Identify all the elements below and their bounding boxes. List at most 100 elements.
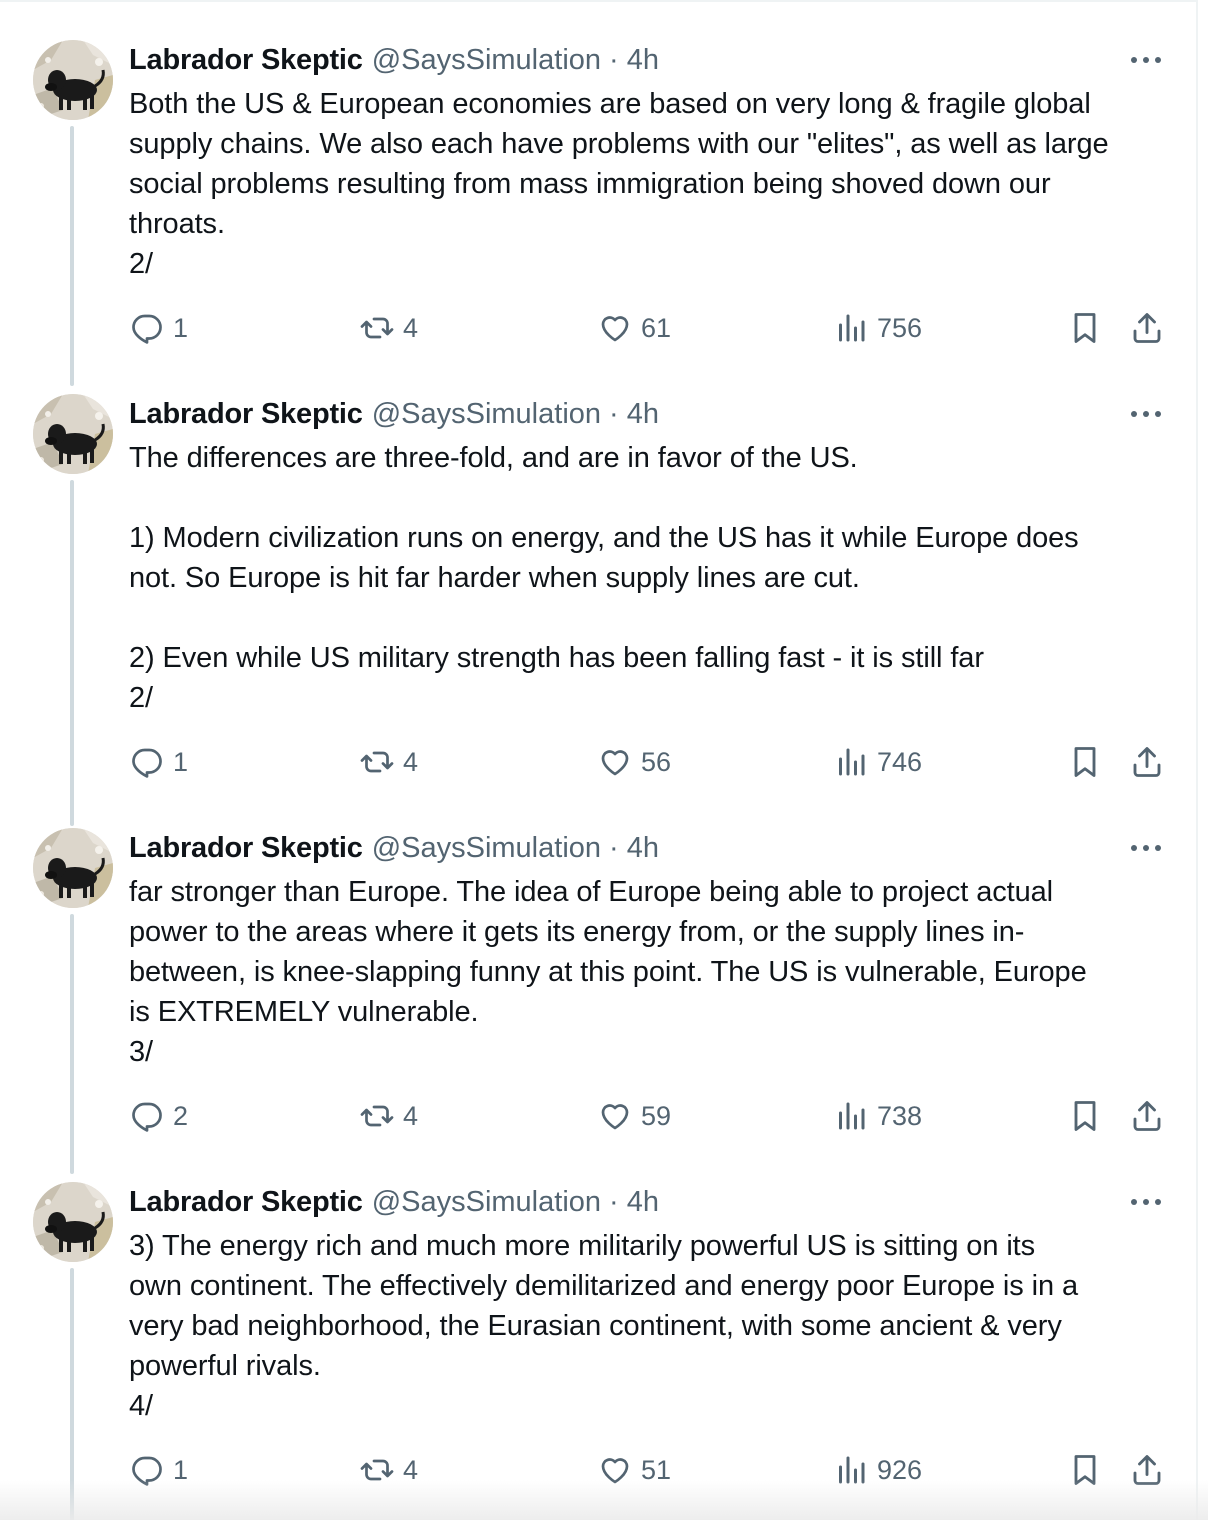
share-icon <box>1133 747 1161 777</box>
heart-icon <box>601 750 629 776</box>
tweet-text-line: 2/ <box>129 248 153 280</box>
repost-count: 4 <box>403 312 419 343</box>
view-count: 756 <box>877 312 923 343</box>
black-labrador-photo <box>33 1182 113 1262</box>
tweet-text-line: very bad neighborhood, the Eurasian cont… <box>129 1310 1062 1342</box>
views-icon <box>839 1102 865 1130</box>
share-button[interactable] <box>1129 306 1165 350</box>
views-icon <box>839 314 865 342</box>
reply-count: 1 <box>173 312 189 343</box>
view-count: 738 <box>877 1100 923 1131</box>
display-name[interactable]: Labrador Skeptic <box>129 832 363 865</box>
repost-icon <box>360 751 394 773</box>
tweet-text-line: powerful rivals. <box>129 1350 321 1382</box>
timestamp[interactable]: 4h <box>627 832 659 865</box>
repost-button[interactable]: 4 <box>359 306 418 350</box>
tweet-text-line: 1) Modern civilization runs on energy, a… <box>129 522 1079 554</box>
tweet-text: Both the US & European economies are bas… <box>129 84 1179 284</box>
view-count: 746 <box>877 746 923 777</box>
heart-icon <box>601 316 629 342</box>
bookmark-button[interactable] <box>1067 306 1103 350</box>
views-button[interactable]: 738 <box>833 1094 922 1138</box>
tweet-text-line: The differences are three-fold, and are … <box>129 442 858 474</box>
reply-button[interactable]: 2 <box>129 1094 188 1138</box>
like-count: 59 <box>641 1100 672 1131</box>
separator: · <box>609 43 619 76</box>
display-name[interactable]: Labrador Skeptic <box>129 44 363 77</box>
separator: · <box>609 397 619 430</box>
display-name[interactable]: Labrador Skeptic <box>129 398 363 431</box>
tweet-text: The differences are three-fold, and are … <box>129 438 1179 718</box>
tweet-text-line: not. So Europe is hit far harder when su… <box>129 562 860 594</box>
tweet-text: far stronger than Europe. The idea of Eu… <box>129 872 1179 1072</box>
like-count: 61 <box>641 312 672 343</box>
user-handle[interactable]: @SaysSimulation <box>372 44 601 77</box>
tweet-text-line: 2) Even while US military strength has b… <box>129 642 984 674</box>
thread-connector-line <box>70 914 74 1174</box>
views-button[interactable]: 756 <box>833 306 922 350</box>
black-labrador-photo <box>33 394 113 474</box>
reply-icon <box>132 314 162 344</box>
like-button[interactable]: 56 <box>597 740 671 784</box>
tweet-header: Labrador Skeptic @SaysSimulation · 4h <box>129 828 659 868</box>
heart-icon <box>601 1104 629 1130</box>
views-icon <box>839 748 865 776</box>
separator: · <box>609 1185 619 1218</box>
user-handle[interactable]: @SaysSimulation <box>372 832 601 865</box>
reply-icon <box>132 748 162 778</box>
tweet-text-line: supply chains. We also each have problem… <box>129 128 1109 160</box>
black-labrador-photo <box>33 40 113 120</box>
tweet-header: Labrador Skeptic @SaysSimulation · 4h <box>129 40 659 80</box>
tweet-text-line: power to the areas where it gets its ene… <box>129 916 1025 948</box>
bookmark-icon <box>1074 747 1096 777</box>
reply-count: 1 <box>173 746 189 777</box>
display-name[interactable]: Labrador Skeptic <box>129 1186 363 1219</box>
tweet-header: Labrador Skeptic @SaysSimulation · 4h <box>129 1182 659 1222</box>
like-button[interactable]: 61 <box>597 306 671 350</box>
more-horizontal-icon[interactable] <box>1128 834 1164 862</box>
share-icon <box>1133 1101 1161 1131</box>
bookmark-button[interactable] <box>1067 740 1103 784</box>
black-labrador-photo <box>33 828 113 908</box>
timestamp[interactable]: 4h <box>627 1186 659 1219</box>
more-horizontal-icon[interactable] <box>1128 1188 1164 1216</box>
timestamp[interactable]: 4h <box>627 398 659 431</box>
tweet-text-line: 3/ <box>129 1036 153 1068</box>
more-horizontal-icon[interactable] <box>1128 400 1164 428</box>
tweet-text-line: own continent. The effectively demilitar… <box>129 1270 1078 1302</box>
action-bar: 2 4 59 738 <box>129 1094 1169 1138</box>
tweet-text-line: between, is knee-slapping funny at this … <box>129 956 1087 988</box>
more-horizontal-icon[interactable] <box>1128 46 1164 74</box>
bookmark-button[interactable] <box>1067 1094 1103 1138</box>
share-button[interactable] <box>1129 1094 1165 1138</box>
timestamp[interactable]: 4h <box>627 44 659 77</box>
avatar[interactable] <box>33 828 113 908</box>
action-bar: 1 4 56 746 <box>129 740 1169 784</box>
reply-button[interactable]: 1 <box>129 740 188 784</box>
action-bar: 1 4 61 756 <box>129 306 1169 350</box>
tweet-text-line: 4/ <box>129 1390 153 1422</box>
reply-icon <box>132 1102 162 1132</box>
repost-icon <box>360 317 394 339</box>
user-handle[interactable]: @SaysSimulation <box>372 398 601 431</box>
user-handle[interactable]: @SaysSimulation <box>372 1186 601 1219</box>
views-button[interactable]: 746 <box>833 740 922 784</box>
tweet-text-line: is EXTREMELY vulnerable. <box>129 996 479 1028</box>
repost-icon <box>360 1105 394 1127</box>
avatar[interactable] <box>33 394 113 474</box>
avatar[interactable] <box>33 1182 113 1262</box>
tweet-header: Labrador Skeptic @SaysSimulation · 4h <box>129 394 659 434</box>
like-button[interactable]: 59 <box>597 1094 671 1138</box>
tweet-text-line: far stronger than Europe. The idea of Eu… <box>129 876 1053 908</box>
share-button[interactable] <box>1129 740 1165 784</box>
repost-button[interactable]: 4 <box>359 1094 418 1138</box>
share-icon <box>1133 313 1161 343</box>
bottom-fade <box>0 1480 1208 1520</box>
repost-count: 4 <box>403 746 419 777</box>
like-count: 56 <box>641 746 672 777</box>
tweet-text-line: throats. <box>129 208 225 240</box>
repost-button[interactable]: 4 <box>359 740 418 784</box>
bookmark-icon <box>1074 1101 1096 1131</box>
reply-button[interactable]: 1 <box>129 306 188 350</box>
avatar[interactable] <box>33 40 113 120</box>
